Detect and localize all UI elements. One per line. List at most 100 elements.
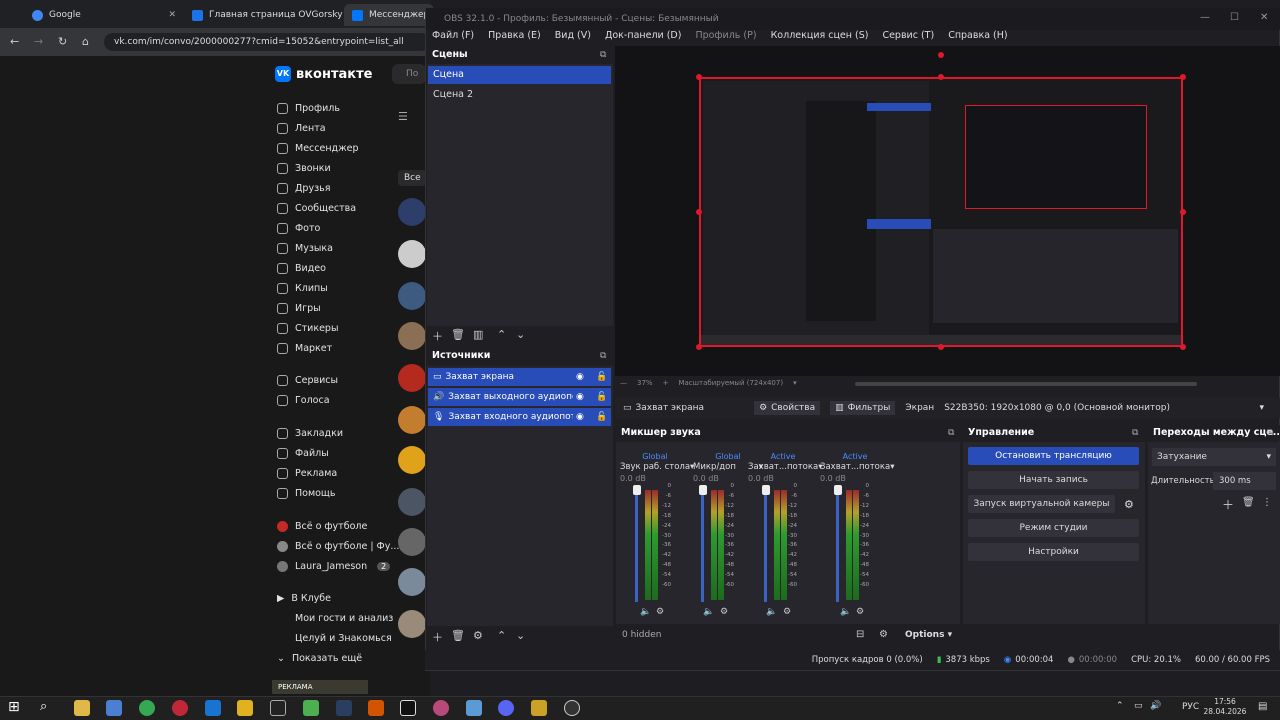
chat-avatar[interactable]	[398, 364, 426, 392]
gear-icon[interactable]: ⚙	[783, 607, 791, 617]
search-icon[interactable]: ⌕	[40, 699, 47, 714]
windows-start-icon[interactable]: ⊞	[8, 699, 20, 715]
zoom-out-icon[interactable]: —	[620, 379, 627, 387]
vk-nav-stickers[interactable]: Стикеры	[277, 320, 338, 336]
menu-view[interactable]: Вид (V)	[555, 30, 591, 46]
vk-nav-services[interactable]: Сервисы	[277, 372, 338, 388]
vk-show-more[interactable]: ⌄ Показать ещё	[277, 650, 362, 666]
resize-handle[interactable]	[696, 344, 702, 350]
menu-file[interactable]: Файл (F)	[432, 30, 474, 46]
filter-all-chip[interactable]: Все	[398, 170, 426, 186]
trash-icon[interactable]: 🗑	[451, 328, 465, 341]
filter-icon[interactable]: ▥	[473, 328, 483, 341]
vk-nav-friends[interactable]: Друзья	[277, 180, 330, 196]
undock-icon[interactable]: ⧉	[600, 351, 606, 361]
forward-icon[interactable]: →	[34, 35, 43, 48]
undock-icon[interactable]: ⧉	[1132, 428, 1138, 438]
vk-club-item[interactable]: Мои гости и анализ	[277, 610, 393, 626]
store-icon[interactable]	[106, 700, 122, 716]
lock-icon[interactable]: 🔓	[596, 392, 607, 402]
minimize-icon[interactable]: —	[1200, 12, 1210, 23]
chevron-down-icon[interactable]: ▾	[793, 379, 797, 387]
volume-knob[interactable]	[834, 485, 842, 495]
add-icon[interactable]: ＋	[432, 629, 443, 645]
start-recording-button[interactable]: Начать запись	[968, 471, 1139, 489]
duration-spinbox[interactable]: 300 ms	[1213, 472, 1276, 490]
chat-avatar[interactable]	[398, 488, 426, 516]
gear-icon[interactable]: ⚙	[1124, 498, 1134, 511]
preview-scale[interactable]: Масштабируемый (724x407)	[678, 379, 783, 387]
add-icon[interactable]: ＋	[1222, 496, 1234, 513]
vk-nav-clips[interactable]: Клипы	[277, 280, 328, 296]
gear-icon[interactable]: ⚙	[879, 629, 888, 640]
chat-avatar[interactable]	[398, 322, 426, 350]
layout-icon[interactable]: ⊟	[856, 629, 864, 640]
resize-handle[interactable]	[938, 344, 944, 350]
vk-nav-bookmarks[interactable]: Закладки	[277, 425, 343, 441]
lock-icon[interactable]: 🔓	[596, 412, 607, 422]
resize-handle[interactable]	[696, 209, 702, 215]
preview-scrollbar[interactable]	[855, 382, 1197, 386]
opera-icon[interactable]	[172, 700, 188, 716]
menu-scene-collection[interactable]: Коллекция сцен (S)	[771, 30, 869, 46]
speaker-icon[interactable]: 🔈	[703, 607, 714, 617]
close-icon[interactable]: ✕	[1260, 12, 1268, 23]
obs-taskbar-icon[interactable]	[433, 700, 449, 716]
volume-slider[interactable]	[836, 487, 839, 602]
volume-knob[interactable]	[762, 485, 770, 495]
scene-item[interactable]: Сцена 2	[428, 86, 611, 104]
vk-nav-market[interactable]: Маркет	[277, 340, 332, 356]
vk-search-input[interactable]: По	[392, 64, 426, 84]
filters-button[interactable]: ▥ Фильтры	[830, 401, 896, 415]
maximize-icon[interactable]: ☐	[1230, 12, 1239, 23]
explorer-icon[interactable]	[74, 700, 90, 716]
stop-stream-button[interactable]: Остановить трансляцию	[968, 447, 1139, 465]
chat-avatar[interactable]	[398, 282, 426, 310]
app-icon[interactable]	[466, 700, 482, 716]
volume-slider[interactable]	[764, 487, 767, 602]
network-icon[interactable]: ▭	[1134, 701, 1143, 711]
vk-group-item[interactable]: Всё о футболе	[277, 518, 367, 534]
vk-nav-votes[interactable]: Голоса	[277, 392, 330, 408]
trash-icon[interactable]: 🗑	[451, 629, 465, 642]
vk-club-item[interactable]: Целуй и Знакомься	[277, 630, 392, 646]
add-icon[interactable]: ＋	[432, 328, 443, 344]
vk-logo[interactable]: VK вконтакте	[275, 66, 372, 82]
chevron-down-icon[interactable]: ▾	[890, 462, 894, 472]
undock-icon[interactable]: ⧉	[600, 50, 606, 60]
language-indicator[interactable]: РУС	[1182, 702, 1199, 712]
menu-help[interactable]: Справка (H)	[948, 30, 1007, 46]
chat-avatar[interactable]	[398, 198, 426, 226]
browser-app-icon[interactable]	[205, 700, 221, 716]
arrow-up-icon[interactable]: ⌃	[497, 629, 506, 642]
transition-select[interactable]: Затухание ▾	[1152, 448, 1276, 466]
menu-profile[interactable]: Профиль (P)	[695, 30, 756, 46]
vk-group-item[interactable]: Laura_Jameson 2	[277, 558, 391, 574]
volume-knob[interactable]	[699, 485, 707, 495]
resize-handle[interactable]	[696, 74, 702, 80]
app-icon[interactable]	[400, 700, 416, 716]
volume-knob[interactable]	[633, 485, 641, 495]
source-item[interactable]: ▭ Захват экрана ◉ 🔓	[428, 368, 611, 386]
chat-avatar[interactable]	[398, 240, 426, 268]
vk-nav-communities[interactable]: Сообщества	[277, 200, 356, 216]
vk-nav-files[interactable]: Файлы	[277, 445, 329, 461]
tray-chevron-icon[interactable]: ⌃	[1116, 701, 1124, 711]
gear-icon[interactable]: ⚙	[856, 607, 864, 617]
vk-nav-photo[interactable]: Фото	[277, 220, 320, 236]
vk-nav-feed[interactable]: Лента	[277, 120, 326, 136]
resize-handle[interactable]	[1180, 74, 1186, 80]
virtual-camera-button[interactable]: Запуск виртуальной камеры	[968, 495, 1115, 513]
tab-google[interactable]: Google ✕	[24, 4, 184, 26]
clock[interactable]: 17:56 28.04.2026	[1203, 697, 1247, 717]
vk-club-toggle[interactable]: ▶ В Клубе	[277, 590, 331, 606]
gear-icon[interactable]: ⚙	[656, 607, 664, 617]
steam-icon[interactable]	[336, 700, 352, 716]
speaker-icon[interactable]: 🔈	[766, 607, 777, 617]
vk-nav-help[interactable]: Помощь	[277, 485, 335, 501]
vk-nav-calls[interactable]: Звонки	[277, 160, 331, 176]
vk-nav-ads[interactable]: Реклама	[277, 465, 337, 481]
studio-mode-button[interactable]: Режим студии	[968, 519, 1139, 537]
app-icon[interactable]	[531, 700, 547, 716]
properties-button[interactable]: ⚙ Свойства	[754, 401, 821, 415]
